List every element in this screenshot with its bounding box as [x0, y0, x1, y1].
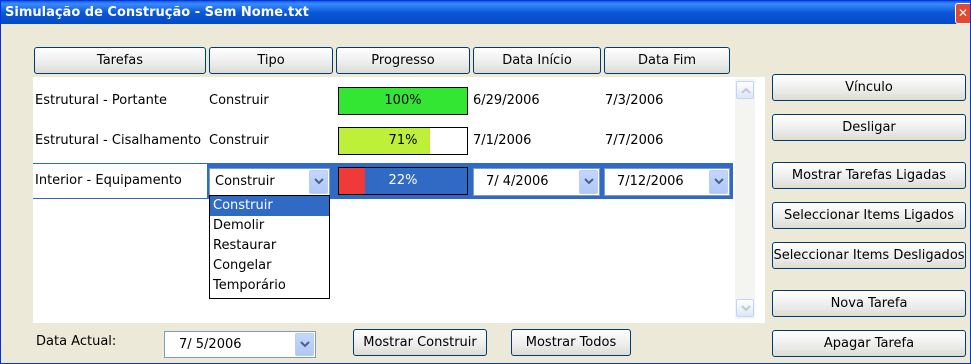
select-linked-items-button[interactable]: Seleccionar Items Ligados [772, 202, 966, 229]
start-date: 6/29/2006 [473, 93, 540, 108]
table-row-selected[interactable]: Interior - Equipamento Construir 22% 7/ … [33, 163, 733, 199]
end-date: 7/7/2006 [605, 133, 664, 148]
type-combo[interactable]: Construir [209, 168, 330, 196]
column-header-tipo[interactable]: Tipo [209, 47, 333, 74]
task-grid: Estrutural - Portante Construir 100% 6/2… [33, 77, 765, 323]
show-all-button[interactable]: Mostrar Todos [511, 329, 631, 356]
task-name: Estrutural - Cisalhamento [35, 133, 202, 148]
task-name: Interior - Equipamento [33, 164, 207, 198]
link-button[interactable]: Vínculo [772, 74, 966, 101]
dropdown-option-restaurar[interactable]: Restaurar [210, 236, 329, 256]
chevron-down-icon[interactable] [709, 170, 728, 194]
chevron-down-icon[interactable] [309, 170, 328, 194]
delete-task-button[interactable]: Apagar Tarefa [772, 330, 966, 357]
scroll-down-button[interactable] [736, 299, 754, 317]
column-header-data-fim[interactable]: Data Fim [604, 47, 730, 74]
new-task-button[interactable]: Nova Tarefa [772, 290, 966, 317]
task-type: Construir [209, 93, 269, 108]
progress-label: 71% [388, 133, 418, 148]
window-title: Simulação de Construção - Sem Nome.txt [5, 5, 309, 20]
task-type: Construir [209, 133, 269, 148]
scroll-up-button[interactable] [736, 81, 754, 99]
progress-bar: 22% [338, 167, 468, 195]
progress-bar: 71% [338, 127, 468, 155]
chevron-down-icon [741, 305, 751, 312]
unlink-button[interactable]: Desligar [772, 114, 966, 141]
chevron-down-icon[interactable] [579, 170, 598, 194]
dropdown-option-congelar[interactable]: Congelar [210, 256, 329, 276]
type-combo-value: Construir [215, 174, 275, 189]
current-date-label: Data Actual: [36, 334, 117, 349]
dropdown-option-temporario[interactable]: Temporário [210, 276, 329, 296]
column-header-data-inicio[interactable]: Data Início [473, 47, 601, 74]
start-date-picker[interactable]: 7/ 4/2006 [473, 168, 600, 196]
show-linked-tasks-button[interactable]: Mostrar Tarefas Ligadas [772, 162, 966, 189]
close-button[interactable]: ✕ [955, 3, 970, 24]
table-row[interactable]: Estrutural - Portante Construir 100% 6/2… [33, 83, 733, 119]
end-date-picker[interactable]: 7/12/2006 [604, 168, 730, 196]
column-header-progresso[interactable]: Progresso [336, 47, 470, 74]
progress-bar: 100% [338, 87, 468, 115]
end-date-value: 7/12/2006 [617, 174, 684, 189]
vertical-scrollbar[interactable] [735, 79, 755, 319]
table-row[interactable]: Estrutural - Cisalhamento Construir 71% … [33, 123, 733, 159]
column-header-tarefas[interactable]: Tarefas [34, 47, 206, 74]
chevron-down-icon[interactable] [295, 333, 314, 356]
app-window: Simulação de Construção - Sem Nome.txt ✕… [0, 0, 971, 364]
end-date: 7/3/2006 [605, 93, 664, 108]
type-dropdown-list: Construir Demolir Restaurar Congelar Tem… [209, 195, 330, 299]
start-date: 7/1/2006 [473, 133, 532, 148]
current-date-picker[interactable]: 7/ 5/2006 [164, 331, 316, 358]
show-build-button[interactable]: Mostrar Construir [353, 329, 487, 356]
current-date-value: 7/ 5/2006 [179, 337, 242, 352]
close-icon: ✕ [957, 6, 969, 20]
progress-label: 100% [384, 93, 422, 108]
select-unlinked-items-button[interactable]: Seleccionar Items Desligados [772, 242, 966, 269]
dropdown-option-demolir[interactable]: Demolir [210, 216, 329, 236]
chevron-up-icon [741, 87, 751, 94]
dropdown-option-construir[interactable]: Construir [210, 196, 329, 216]
progress-label: 22% [388, 173, 418, 188]
task-name: Estrutural - Portante [35, 93, 167, 108]
title-bar[interactable]: Simulação de Construção - Sem Nome.txt ✕ [1, 1, 970, 24]
start-date-value: 7/ 4/2006 [486, 174, 549, 189]
